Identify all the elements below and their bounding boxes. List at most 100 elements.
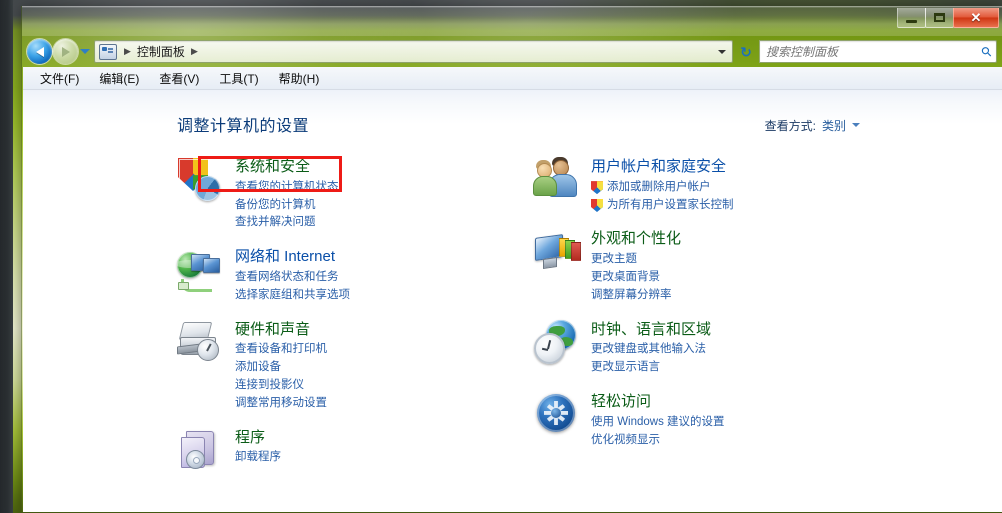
- view-by-value[interactable]: 类别: [822, 117, 846, 134]
- link-uninstall-program[interactable]: 卸载程序: [235, 449, 281, 467]
- category-body: 系统和安全 查看您的计算机状态 备份您的计算机 查找并解决问题: [235, 156, 339, 232]
- view-by-label: 查看方式:: [764, 119, 816, 133]
- refresh-button[interactable]: ↻: [735, 41, 757, 62]
- link-view-network-status[interactable]: 查看网络状态和任务: [235, 269, 350, 287]
- control-panel-window: ✕ ▶ 控制面板 ▶ ↻ 搜索控制面板 ⚲ 文件(F) 编辑(E) 查看(V) …: [21, 6, 1002, 513]
- window-controls: ✕: [897, 8, 999, 29]
- content-area: 调整计算机的设置 查看方式: 类别 系统和安全 查看您的计算机状态 备份您的计算…: [23, 90, 1002, 512]
- link-backup-computer[interactable]: 备份您的计算机: [235, 197, 339, 215]
- link-use-windows-suggested-settings[interactable]: 使用 Windows 建议的设置: [591, 414, 725, 432]
- category-title[interactable]: 硬件和声音: [235, 321, 310, 340]
- link-change-desktop-background[interactable]: 更改桌面背景: [591, 269, 681, 287]
- link-optimize-visual-display[interactable]: 优化视频显示: [591, 432, 725, 450]
- window-title-bar: ✕: [22, 6, 1002, 36]
- link-homegroup-sharing[interactable]: 选择家庭组和共享选项: [235, 287, 350, 305]
- view-by-control[interactable]: 查看方式: 类别: [765, 112, 860, 134]
- breadcrumb-separator-icon: ▶: [124, 46, 131, 56]
- search-box[interactable]: ⚲: [759, 40, 997, 63]
- uac-shield-icon: [591, 198, 603, 212]
- category-body: 硬件和声音 查看设备和打印机 添加设备 连接到投影仪 调整常用移动设置: [235, 319, 327, 413]
- programs-box-icon: [177, 427, 225, 475]
- category-title[interactable]: 轻松访问: [591, 393, 651, 412]
- category-title[interactable]: 时钟、语言和区域: [591, 321, 711, 340]
- appearance-display-icon: [533, 228, 581, 276]
- desktop: ✕ ▶ 控制面板 ▶ ↻ 搜索控制面板 ⚲ 文件(F) 编辑(E) 查看(V) …: [0, 0, 1002, 513]
- back-button[interactable]: [27, 39, 52, 64]
- maximize-icon: [934, 13, 945, 22]
- address-bar: ▶ 控制面板 ▶ ↻ ⚲: [22, 36, 1002, 67]
- content-header: 调整计算机的设置 查看方式: 类别: [45, 112, 980, 136]
- breadcrumb-item-control-panel[interactable]: 控制面板: [134, 43, 188, 60]
- uac-shield-icon: [591, 181, 603, 195]
- category-title[interactable]: 外观和个性化: [591, 230, 681, 249]
- title-bar-highlight: [22, 6, 1002, 8]
- category-body: 网络和 Internet 查看网络状态和任务 选择家庭组和共享选项: [235, 246, 350, 304]
- maximize-button[interactable]: [925, 8, 954, 28]
- category-hardware-and-sound[interactable]: 硬件和声音 查看设备和打印机 添加设备 连接到投影仪 调整常用移动设置: [177, 319, 533, 413]
- category-clock-language-region[interactable]: 时钟、语言和区域 更改键盘或其他输入法 更改显示语言: [533, 319, 980, 377]
- control-panel-body: 调整计算机的设置 查看方式: 类别 系统和安全 查看您的计算机状态 备份您的计算…: [23, 90, 1002, 489]
- close-button[interactable]: ✕: [953, 8, 999, 28]
- category-grid: 系统和安全 查看您的计算机状态 备份您的计算机 查找并解决问题 网络和 Inte…: [45, 156, 980, 489]
- link-adjust-mobility-settings[interactable]: 调整常用移动设置: [235, 395, 327, 413]
- forward-button[interactable]: [53, 39, 78, 64]
- back-arrow-icon: [35, 46, 44, 57]
- link-view-devices-printers[interactable]: 查看设备和打印机: [235, 341, 327, 359]
- category-ease-of-access[interactable]: 轻松访问 使用 Windows 建议的设置 优化视频显示: [533, 391, 980, 449]
- category-body: 轻松访问 使用 Windows 建议的设置 优化视频显示: [591, 391, 725, 449]
- category-title[interactable]: 系统和安全: [235, 158, 310, 177]
- link-label: 为所有用户设置家长控制: [607, 198, 734, 211]
- close-icon: ✕: [970, 10, 982, 25]
- category-body: 用户帐户和家庭安全 添加或删除用户帐户 为所有用户设置家长控制: [591, 156, 734, 214]
- category-title[interactable]: 网络和 Internet: [235, 248, 335, 267]
- link-label: 添加或删除用户帐户: [607, 180, 711, 193]
- search-input[interactable]: [764, 44, 983, 59]
- control-panel-icon: [99, 43, 117, 60]
- category-body: 程序 卸载程序: [235, 427, 281, 468]
- link-find-and-fix-problems[interactable]: 查找并解决问题: [235, 214, 339, 232]
- minimize-button[interactable]: [897, 8, 926, 28]
- category-system-and-security[interactable]: 系统和安全 查看您的计算机状态 备份您的计算机 查找并解决问题: [177, 156, 533, 232]
- link-connect-projector[interactable]: 连接到投影仪: [235, 377, 327, 395]
- network-globe-icon: [177, 246, 225, 294]
- page-title: 调整计算机的设置: [177, 118, 310, 135]
- forward-arrow-icon: [61, 46, 70, 57]
- menu-item-view[interactable]: 查看(V): [150, 68, 208, 89]
- menu-item-tools[interactable]: 工具(T): [210, 68, 267, 89]
- address-dropdown-button[interactable]: [714, 49, 730, 54]
- category-title[interactable]: 用户帐户和家庭安全: [591, 158, 726, 177]
- category-body: 外观和个性化 更改主题 更改桌面背景 调整屏幕分辨率: [591, 228, 681, 304]
- menu-item-file[interactable]: 文件(F): [31, 68, 88, 89]
- menu-item-edit[interactable]: 编辑(E): [90, 68, 148, 89]
- category-user-accounts-family-safety[interactable]: 用户帐户和家庭安全 添加或删除用户帐户 为所有用户设置家长控制: [533, 156, 980, 214]
- category-appearance-and-personalization[interactable]: 外观和个性化 更改主题 更改桌面背景 调整屏幕分辨率: [533, 228, 980, 304]
- menu-item-help[interactable]: 帮助(H): [270, 68, 329, 89]
- category-title[interactable]: 程序: [235, 429, 265, 448]
- breadcrumb-separator-icon-2[interactable]: ▶: [188, 46, 201, 57]
- printer-device-icon: [177, 319, 225, 367]
- link-change-keyboard-input[interactable]: 更改键盘或其他输入法: [591, 341, 711, 359]
- link-adjust-screen-resolution[interactable]: 调整屏幕分辨率: [591, 287, 681, 305]
- category-programs[interactable]: 程序 卸载程序: [177, 427, 533, 475]
- refresh-icon: ↻: [740, 43, 752, 60]
- ease-of-access-icon: [533, 391, 581, 439]
- link-change-theme[interactable]: 更改主题: [591, 251, 681, 269]
- minimize-icon: [906, 19, 917, 23]
- chevron-down-icon: [80, 49, 90, 54]
- link-parental-controls[interactable]: 为所有用户设置家长控制: [591, 197, 734, 215]
- link-check-computer-status[interactable]: 查看您的计算机状态: [235, 179, 339, 197]
- user-accounts-icon: [533, 156, 581, 204]
- screen-left-edge: [0, 0, 13, 513]
- menu-bar: 文件(F) 编辑(E) 查看(V) 工具(T) 帮助(H): [23, 67, 1002, 90]
- category-column-right: 用户帐户和家庭安全 添加或删除用户帐户 为所有用户设置家长控制 外观和个性化 更…: [533, 156, 980, 489]
- chevron-down-icon: [718, 49, 726, 54]
- category-column-left: 系统和安全 查看您的计算机状态 备份您的计算机 查找并解决问题 网络和 Inte…: [177, 156, 533, 489]
- category-network-and-internet[interactable]: 网络和 Internet 查看网络状态和任务 选择家庭组和共享选项: [177, 246, 533, 304]
- link-add-remove-user-accounts[interactable]: 添加或删除用户帐户: [591, 179, 734, 197]
- clock-language-region-icon: [533, 319, 581, 367]
- recent-pages-button[interactable]: [78, 49, 92, 54]
- category-body: 时钟、语言和区域 更改键盘或其他输入法 更改显示语言: [591, 319, 711, 377]
- breadcrumb-bar[interactable]: ▶ 控制面板 ▶: [94, 40, 733, 63]
- link-add-device[interactable]: 添加设备: [235, 359, 327, 377]
- link-change-display-language[interactable]: 更改显示语言: [591, 359, 711, 377]
